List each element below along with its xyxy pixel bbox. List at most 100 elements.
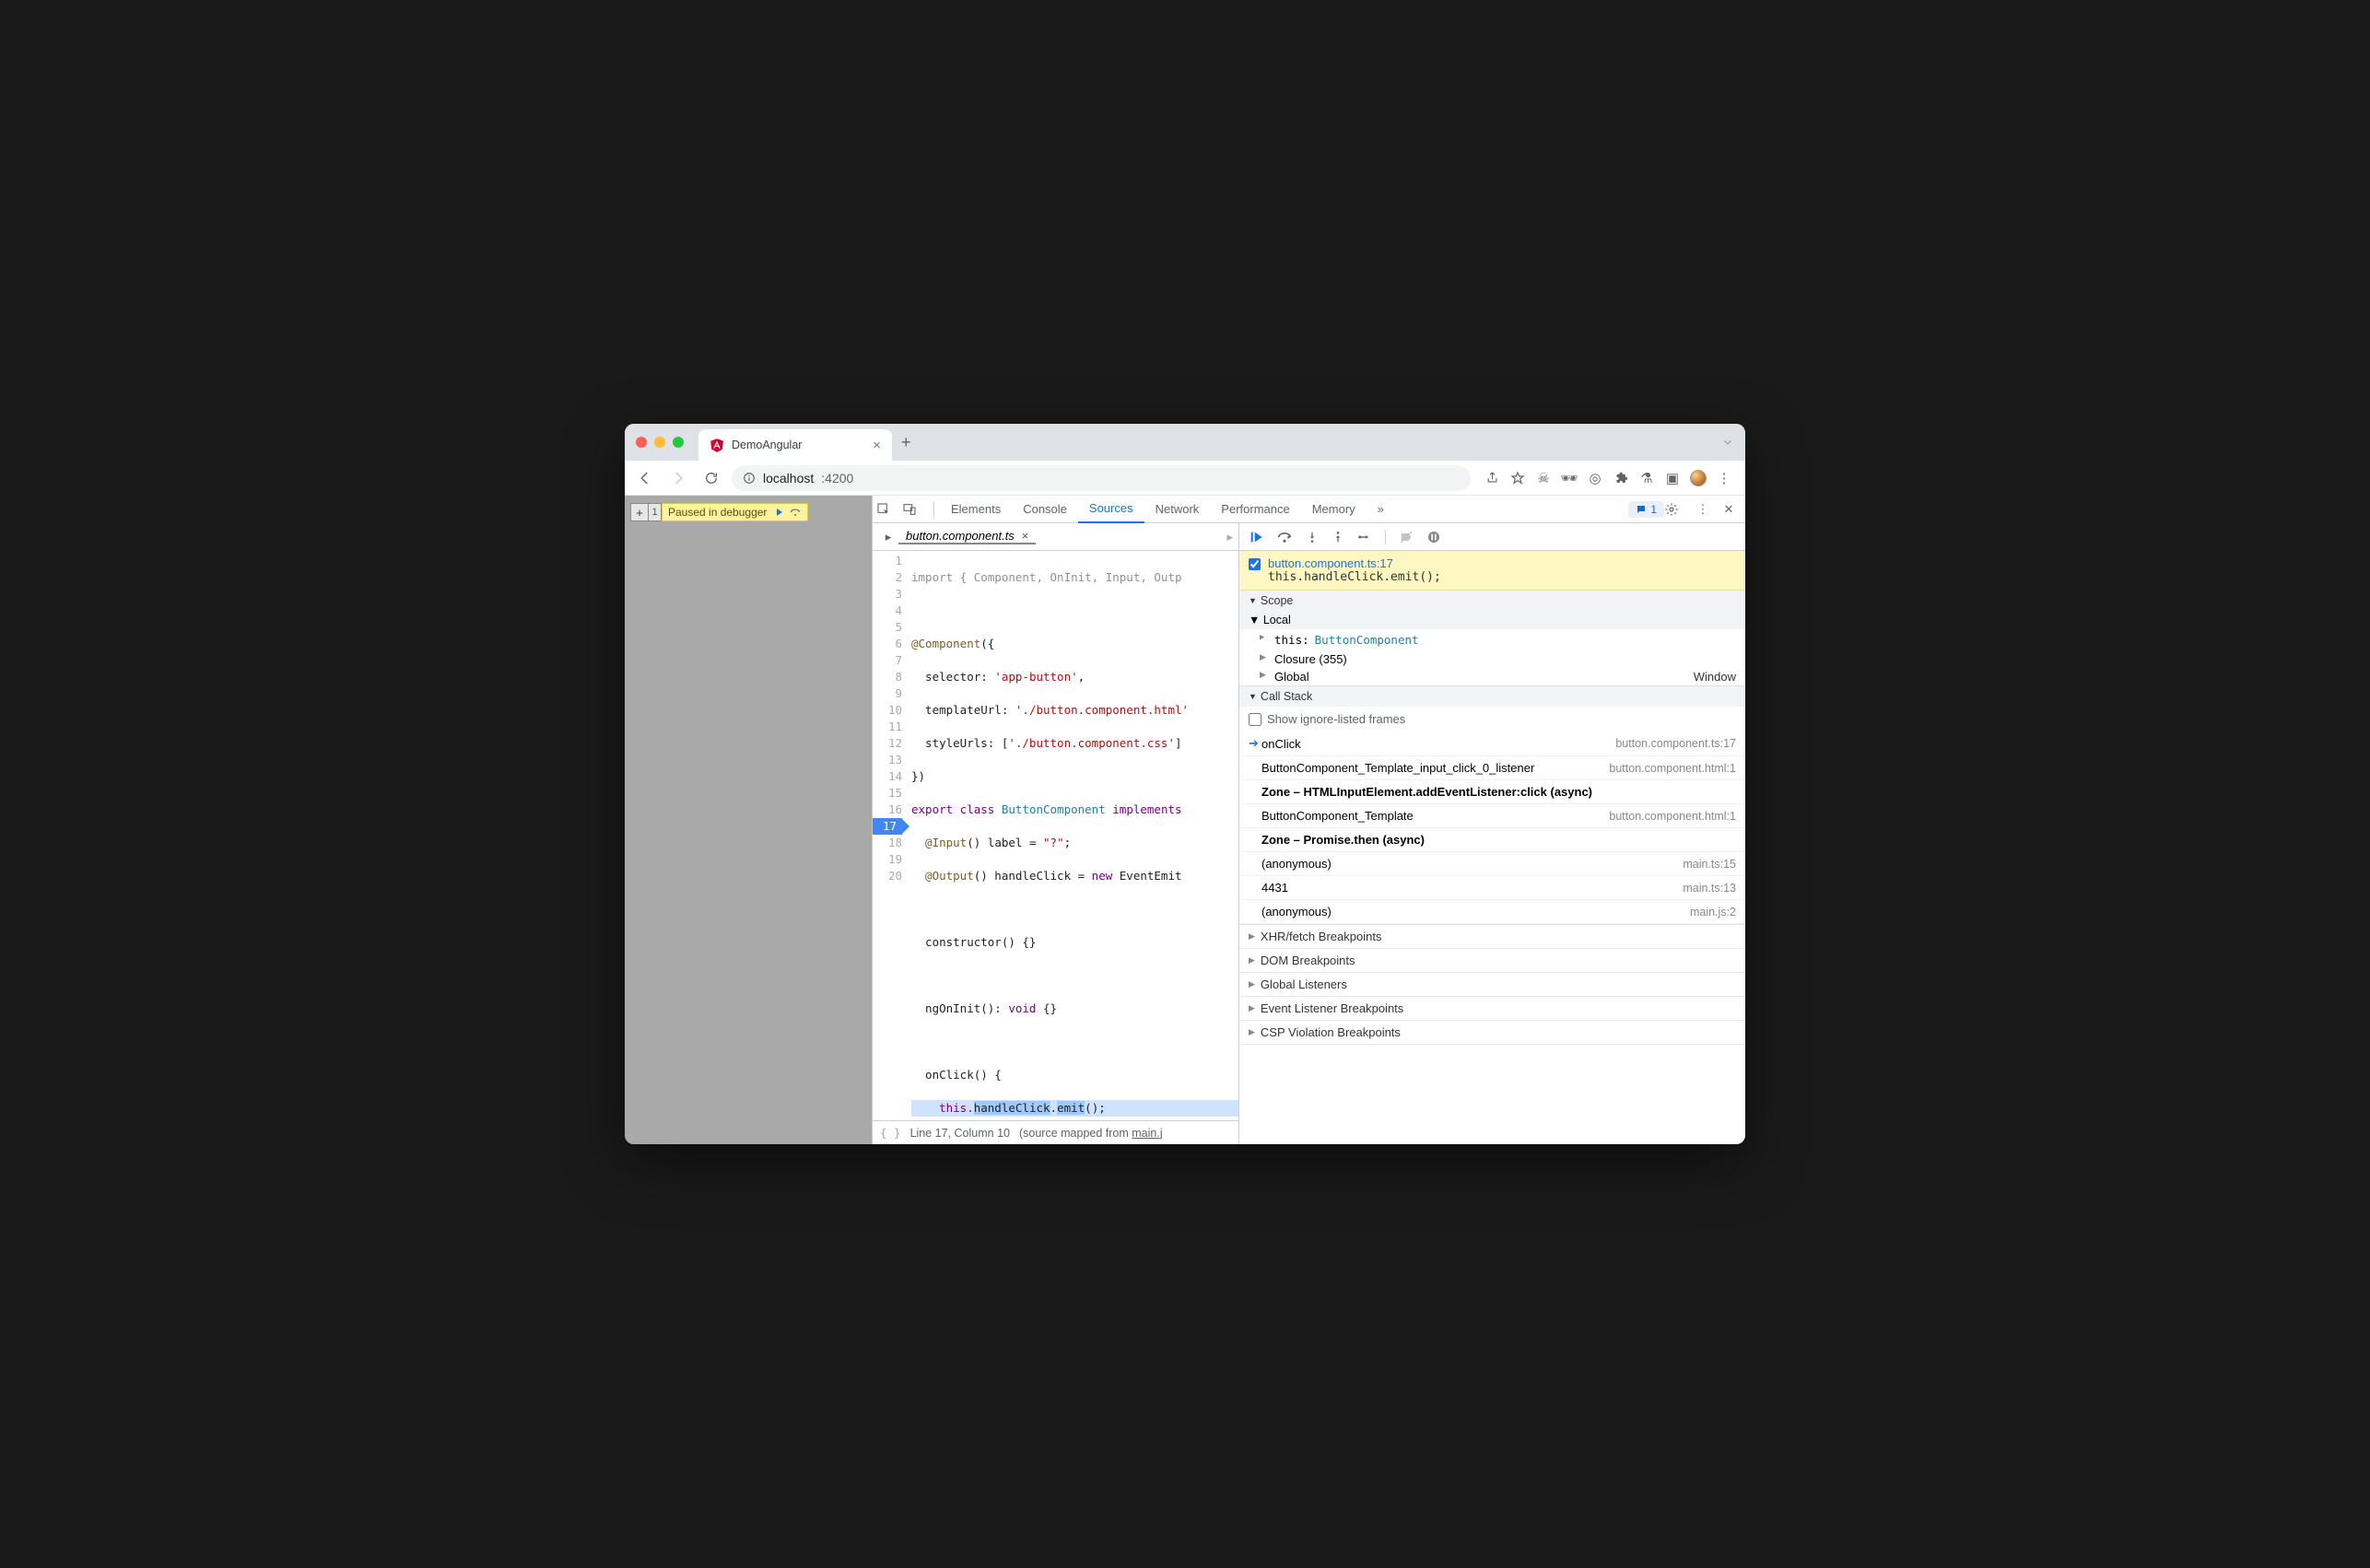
- tab-sources[interactable]: Sources: [1078, 496, 1144, 523]
- breakpoint-banner: button.component.ts:17 this.handleClick.…: [1239, 551, 1745, 591]
- callstack-section: ▼Call Stack Show ignore-listed frames ➔o…: [1239, 686, 1745, 925]
- scope-local-header[interactable]: ▼ Local: [1239, 611, 1745, 629]
- add-button[interactable]: +: [630, 503, 649, 521]
- url-host: localhost: [763, 471, 814, 486]
- deactivate-breakpoints-button[interactable]: [1399, 530, 1414, 544]
- tab-elements[interactable]: Elements: [940, 496, 1012, 523]
- cursor-position: Line 17, Column 10: [910, 1127, 1010, 1140]
- debugger-sidebar: button.component.ts:17 this.handleClick.…: [1239, 523, 1745, 1144]
- stack-frame[interactable]: 4431main.ts:13: [1239, 876, 1745, 900]
- divider: [1385, 530, 1386, 544]
- back-button[interactable]: [632, 465, 658, 491]
- breakpoint-code: this.handleClick.emit();: [1268, 570, 1441, 584]
- incognito-ext-icon[interactable]: 🕶: [1561, 470, 1578, 486]
- share-icon[interactable]: [1484, 470, 1500, 486]
- breakpoint-checkbox[interactable]: [1249, 558, 1261, 570]
- chevron-down-icon[interactable]: [1721, 436, 1734, 449]
- address-bar[interactable]: localhost :4200: [732, 465, 1471, 491]
- stack-frame[interactable]: ➔onClickbutton.component.ts:17: [1239, 731, 1745, 756]
- source-mapped: (source mapped from main.j: [1019, 1127, 1163, 1140]
- event-listener-breakpoints-section[interactable]: ▶Event Listener Breakpoints: [1239, 997, 1745, 1021]
- paused-label: Paused in debugger: [668, 506, 767, 519]
- tab-memory[interactable]: Memory: [1301, 496, 1367, 523]
- divider: [933, 501, 934, 518]
- navigator-toggle-icon[interactable]: ▸: [878, 530, 898, 544]
- step-over-icon[interactable]: [789, 507, 802, 518]
- paused-chip: Paused in debugger: [662, 503, 808, 521]
- skull-ext-icon[interactable]: ☠: [1535, 470, 1552, 486]
- line-gutter[interactable]: 1234567891011121314151617181920: [873, 551, 908, 1120]
- close-window-button[interactable]: [636, 437, 647, 448]
- minimize-window-button[interactable]: [654, 437, 665, 448]
- target-ext-icon[interactable]: ◎: [1587, 470, 1603, 486]
- angular-icon: [710, 438, 724, 452]
- tabs-more[interactable]: »: [1367, 496, 1395, 523]
- titlebar: DemoAngular × +: [625, 424, 1745, 461]
- content-area: + 1 Paused in debugger Elements Console …: [625, 496, 1745, 1144]
- devtools-body: ▸ button.component.ts × ▸ 12345678910111…: [873, 523, 1745, 1144]
- info-icon: [743, 472, 756, 485]
- panel-ext-icon[interactable]: ▣: [1664, 470, 1681, 486]
- more-tabs-icon[interactable]: ▸: [1226, 530, 1233, 544]
- issues-badge[interactable]: 1: [1628, 501, 1664, 518]
- csp-breakpoints-section[interactable]: ▶CSP Violation Breakpoints: [1239, 1021, 1745, 1045]
- step-button[interactable]: [1357, 531, 1372, 544]
- pretty-print-icon[interactable]: { }: [880, 1126, 901, 1140]
- browser-tab[interactable]: DemoAngular ×: [698, 429, 892, 461]
- device-toggle-icon[interactable]: [902, 502, 928, 517]
- settings-gear-icon[interactable]: [1664, 502, 1690, 517]
- tab-performance[interactable]: Performance: [1210, 496, 1300, 523]
- debugger-toolbar: [1239, 523, 1745, 551]
- stack-frame[interactable]: ButtonComponent_Templatebutton.component…: [1239, 804, 1745, 828]
- step-out-button[interactable]: [1332, 530, 1344, 544]
- flask-ext-icon[interactable]: ⚗: [1638, 470, 1655, 486]
- inspect-element-icon[interactable]: [876, 502, 902, 517]
- traffic-lights: [636, 437, 684, 448]
- show-ignored-checkbox[interactable]: Show ignore-listed frames: [1239, 707, 1745, 731]
- close-devtools-icon[interactable]: ✕: [1716, 502, 1742, 517]
- step-into-button[interactable]: [1306, 530, 1319, 544]
- callstack-header[interactable]: ▼Call Stack: [1239, 686, 1745, 707]
- tab-network[interactable]: Network: [1144, 496, 1211, 523]
- extension-icons: ☠ 🕶 ◎ ⚗ ▣ ⋮: [1478, 470, 1738, 486]
- stack-frame[interactable]: (anonymous)main.js:2: [1239, 900, 1745, 924]
- kebab-menu-icon[interactable]: ⋮: [1690, 502, 1716, 517]
- puzzle-ext-icon[interactable]: [1613, 470, 1629, 486]
- stack-frame-async: Zone – HTMLInputElement.addEventListener…: [1239, 780, 1745, 804]
- global-listeners-section[interactable]: ▶Global Listeners: [1239, 973, 1745, 997]
- tab-close-button[interactable]: ×: [873, 438, 881, 453]
- reload-button[interactable]: [698, 465, 724, 491]
- scope-section: ▼Scope ▼ Local ▶this: ButtonComponent ▶C…: [1239, 591, 1745, 686]
- url-port: :4200: [821, 471, 853, 486]
- browser-window: DemoAngular × + localhost :4200 ☠ 🕶 ◎ ⚗ ▣…: [625, 424, 1745, 1144]
- resume-button[interactable]: [1249, 530, 1263, 544]
- scope-header[interactable]: ▼Scope: [1239, 591, 1745, 611]
- stack-frame-async: Zone – Promise.then (async): [1239, 828, 1745, 852]
- stack-frame[interactable]: (anonymous)main.ts:15: [1239, 852, 1745, 876]
- resume-icon[interactable]: [772, 507, 783, 518]
- step-over-button[interactable]: [1276, 531, 1293, 544]
- scope-closure[interactable]: ▶Closure (355): [1239, 650, 1745, 668]
- tab-console[interactable]: Console: [1012, 496, 1078, 523]
- tab-title: DemoAngular: [732, 439, 802, 451]
- maximize-window-button[interactable]: [673, 437, 684, 448]
- forward-button[interactable]: [665, 465, 691, 491]
- scope-global[interactable]: ▶GlobalWindow: [1239, 668, 1745, 685]
- code-editor[interactable]: 1234567891011121314151617181920 import {…: [873, 551, 1238, 1120]
- menu-kebab-icon[interactable]: ⋮: [1716, 470, 1732, 486]
- devtools-panel: Elements Console Sources Network Perform…: [872, 496, 1745, 1144]
- breakpoint-location[interactable]: button.component.ts:17: [1268, 556, 1441, 570]
- profile-avatar[interactable]: [1690, 470, 1707, 486]
- pause-exceptions-button[interactable]: [1426, 530, 1441, 544]
- stack-frame[interactable]: ButtonComponent_Template_input_click_0_l…: [1239, 756, 1745, 780]
- dom-breakpoints-section[interactable]: ▶DOM Breakpoints: [1239, 949, 1745, 973]
- devtools-tabbar: Elements Console Sources Network Perform…: [873, 496, 1745, 523]
- xhr-breakpoints-section[interactable]: ▶XHR/fetch Breakpoints: [1239, 925, 1745, 949]
- scope-this[interactable]: ▶this: ButtonComponent: [1239, 631, 1745, 649]
- bookmark-star-icon[interactable]: [1509, 470, 1526, 486]
- open-file-tab[interactable]: button.component.ts ×: [898, 529, 1036, 544]
- sources-editor: ▸ button.component.ts × ▸ 12345678910111…: [873, 523, 1239, 1144]
- page-viewport: + 1 Paused in debugger: [625, 496, 872, 1144]
- file-close-icon[interactable]: ×: [1021, 529, 1028, 543]
- new-tab-button[interactable]: +: [901, 433, 911, 452]
